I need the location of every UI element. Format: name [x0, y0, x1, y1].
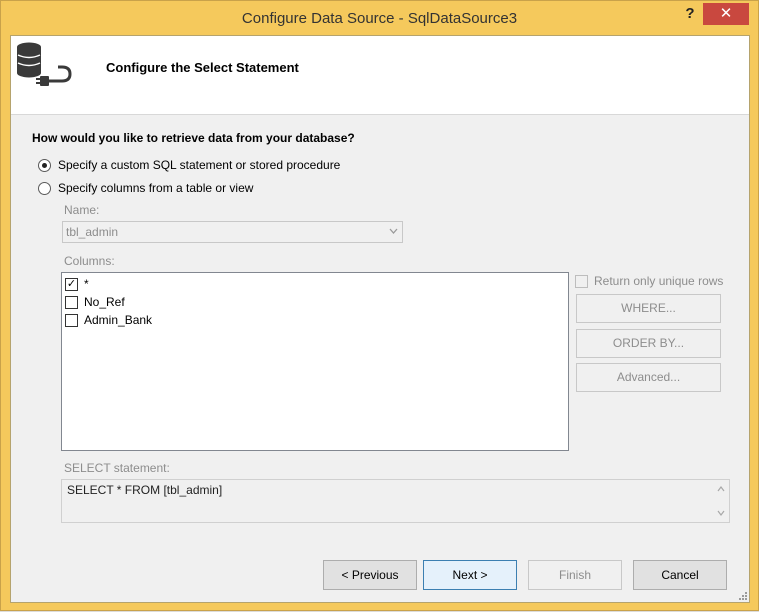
table-columns-radio[interactable]: [38, 181, 51, 195]
table-columns-option[interactable]: Specify columns from a table or view: [38, 181, 253, 195]
close-icon: ✕: [719, 5, 733, 22]
column-item-no-ref[interactable]: No_Ref: [65, 295, 125, 309]
select-statement-scrollbar[interactable]: [713, 480, 729, 522]
help-button[interactable]: ?: [677, 3, 703, 25]
columns-list[interactable]: ✓ * No_Ref Admin_Bank: [61, 272, 569, 451]
table-name-value: tbl_admin: [66, 225, 119, 239]
scroll-up-icon[interactable]: [717, 486, 725, 492]
cancel-button[interactable]: Cancel: [633, 560, 727, 590]
select-statement-label: SELECT statement:: [64, 461, 170, 475]
select-statement-box[interactable]: SELECT * FROM [tbl_admin]: [61, 479, 730, 523]
order-by-button[interactable]: ORDER BY...: [576, 329, 721, 358]
custom-sql-label: Specify a custom SQL statement or stored…: [58, 158, 341, 172]
finish-button[interactable]: Finish: [528, 560, 622, 590]
retrieval-question: How would you like to retrieve data from…: [32, 131, 355, 145]
chevron-down-icon: [389, 228, 398, 234]
title-bar[interactable]: Configure Data Source - SqlDataSource3 ?…: [1, 1, 758, 34]
column-label: No_Ref: [84, 295, 125, 309]
unique-rows-checkbox[interactable]: [575, 274, 588, 288]
advanced-button[interactable]: Advanced...: [576, 363, 721, 392]
unique-rows-option[interactable]: Return only unique rows: [575, 274, 723, 288]
scroll-down-icon[interactable]: [717, 510, 725, 516]
page-title: Configure the Select Statement: [106, 60, 299, 75]
resize-grip-icon[interactable]: [737, 590, 747, 600]
name-label: Name:: [64, 203, 100, 217]
columns-label: Columns:: [64, 254, 115, 268]
window-title: Configure Data Source - SqlDataSource3: [241, 10, 518, 27]
previous-button[interactable]: < Previous: [323, 560, 417, 590]
column-checkbox[interactable]: [65, 313, 78, 327]
column-item-admin-bank[interactable]: Admin_Bank: [65, 313, 152, 327]
wizard-header: Configure the Select Statement: [11, 36, 749, 115]
table-columns-label: Specify columns from a table or view: [58, 181, 254, 195]
select-statement-text: SELECT * FROM [tbl_admin]: [67, 483, 223, 497]
column-label: Admin_Bank: [84, 313, 153, 327]
database-plug-icon: [17, 42, 72, 86]
custom-sql-option[interactable]: Specify a custom SQL statement or stored…: [38, 158, 340, 172]
where-button[interactable]: WHERE...: [576, 294, 721, 323]
unique-rows-label: Return only unique rows: [594, 274, 724, 288]
column-label: *: [84, 277, 89, 291]
column-checkbox[interactable]: [65, 295, 78, 309]
column-checkbox[interactable]: ✓: [65, 277, 78, 291]
close-button[interactable]: ✕: [703, 3, 749, 25]
custom-sql-radio[interactable]: [38, 158, 51, 172]
dialog-client-area: Configure the Select Statement How would…: [10, 35, 750, 603]
configure-data-source-dialog: Configure Data Source - SqlDataSource3 ?…: [0, 0, 759, 611]
column-item-all[interactable]: ✓ *: [65, 277, 89, 291]
table-name-select[interactable]: tbl_admin: [62, 221, 403, 243]
next-button[interactable]: Next >: [423, 560, 517, 590]
